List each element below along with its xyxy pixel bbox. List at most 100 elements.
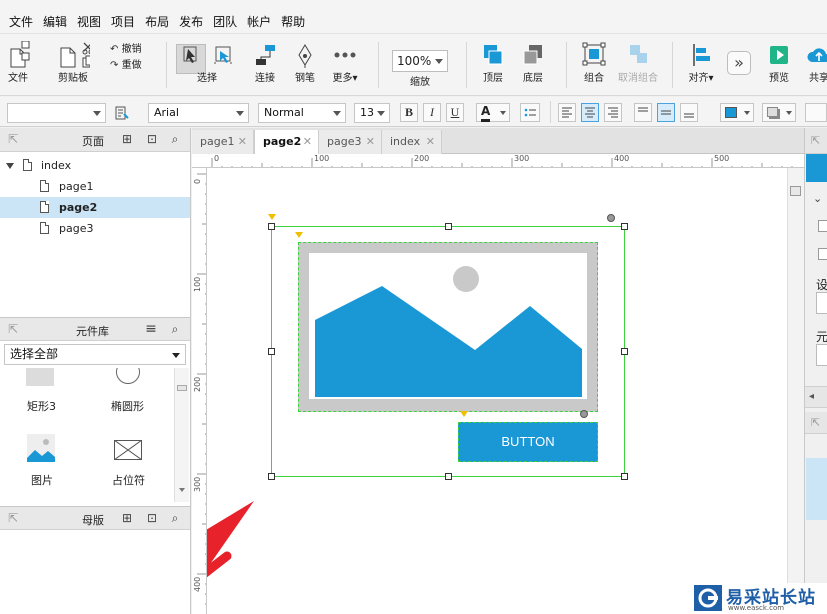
inspector-input[interactable] (816, 344, 827, 366)
menu-account[interactable]: 帐户 (242, 10, 276, 34)
close-icon[interactable]: ✕ (303, 130, 312, 153)
rotate-handle-icon[interactable] (607, 214, 615, 222)
tree-item-page2[interactable]: page2 (0, 197, 190, 218)
collapse-icon[interactable]: ⇱ (811, 416, 820, 429)
align-right-button[interactable] (604, 103, 622, 122)
interaction-marker-icon[interactable] (295, 232, 303, 238)
font-family-select[interactable]: Arial (148, 103, 249, 123)
add-folder-icon[interactable]: ⊡ (145, 511, 159, 525)
image-widget-icon[interactable] (27, 434, 55, 462)
tree-item-page1[interactable]: page1 (0, 176, 190, 197)
resize-handle[interactable] (621, 473, 628, 480)
connect-button[interactable]: 连接 (252, 38, 278, 85)
library-scrollbar[interactable] (174, 368, 189, 502)
resize-handle[interactable] (268, 348, 275, 355)
expand-triangle-icon[interactable] (6, 163, 14, 169)
chevron-down-icon[interactable]: ⌄ (813, 192, 822, 205)
style-select[interactable] (7, 103, 106, 123)
menu-project[interactable]: 项目 (106, 10, 140, 34)
tab-index[interactable]: index ✕ (382, 130, 442, 154)
chevron-left-icon[interactable]: ◂ (809, 391, 814, 402)
send-to-back-button[interactable]: 底层 (520, 38, 546, 85)
button-widget[interactable]: BUTTON (458, 422, 598, 462)
menu-edit[interactable]: 编辑 (38, 10, 72, 34)
bold-button[interactable]: B (400, 103, 418, 122)
align-center-button[interactable] (581, 103, 599, 122)
search-icon[interactable]: ⌕ (168, 511, 182, 525)
bring-to-front-button[interactable]: 顶层 (480, 38, 506, 85)
group-button[interactable]: 组合 (580, 38, 608, 85)
resize-handle[interactable] (268, 473, 275, 480)
canvas-vertical-scrollbar[interactable] (787, 168, 804, 614)
underline-button[interactable]: U (446, 103, 464, 122)
menu-icon[interactable]: ≡ (144, 322, 158, 336)
tree-item-page3[interactable]: page3 (0, 218, 190, 239)
align-left-button[interactable] (558, 103, 576, 122)
add-page-icon[interactable]: ⊞ (120, 132, 134, 146)
font-size-select[interactable]: 13 (354, 103, 390, 123)
menu-help[interactable]: 帮助 (276, 10, 310, 34)
align-button[interactable]: 对齐▾ (684, 38, 718, 85)
collapse-icon[interactable]: ⇱ (6, 511, 20, 525)
collapse-icon[interactable]: ⇱ (6, 322, 20, 336)
design-canvas[interactable]: BUTTON (207, 168, 804, 614)
undo-button[interactable]: ↶ 撤销 (110, 43, 142, 57)
menu-team[interactable]: 团队 (208, 10, 242, 34)
italic-button[interactable]: I (423, 103, 441, 122)
fill-color-button[interactable] (720, 103, 754, 122)
redo-button[interactable]: ↷ 重做 (110, 59, 142, 73)
resize-handle[interactable] (268, 223, 275, 230)
library-filter-select[interactable]: 选择全部 (4, 344, 186, 365)
collapse-icon[interactable]: ⇱ (811, 134, 820, 147)
resize-handle[interactable] (621, 223, 628, 230)
tab-page2[interactable]: page2 ✕ (254, 130, 319, 155)
shadow-button[interactable] (762, 103, 796, 122)
valign-bottom-button[interactable] (680, 103, 698, 122)
scrollbar-thumb[interactable] (177, 385, 187, 391)
share-button[interactable]: 共享 (804, 38, 827, 85)
menu-view[interactable]: 视图 (72, 10, 106, 34)
inspector-active-tab[interactable] (806, 154, 827, 182)
close-icon[interactable]: ✕ (426, 130, 435, 153)
tab-page1[interactable]: page1 ✕ (192, 130, 254, 154)
more-button[interactable]: 更多▾ (330, 38, 360, 85)
select-button[interactable]: 选择 (176, 38, 238, 85)
tree-item-index[interactable]: index (0, 155, 190, 176)
menu-publish[interactable]: 发布 (174, 10, 208, 34)
valign-middle-button[interactable] (657, 103, 675, 122)
valign-top-button[interactable] (634, 103, 652, 122)
add-master-icon[interactable]: ⊞ (120, 511, 134, 525)
tab-page3[interactable]: page3 ✕ (319, 130, 382, 154)
interaction-marker-icon[interactable] (460, 411, 468, 417)
style-manager-icon[interactable] (114, 105, 130, 121)
interaction-marker-icon[interactable] (268, 214, 276, 220)
search-icon[interactable]: ⌕ (168, 322, 182, 336)
checkbox[interactable] (818, 248, 827, 260)
expand-toolbar-button[interactable]: » (727, 51, 751, 75)
menu-file[interactable]: 文件 (4, 10, 38, 34)
add-folder-icon[interactable]: ⊡ (145, 132, 159, 146)
scroll-down-icon[interactable] (179, 488, 185, 492)
resize-handle[interactable] (445, 473, 452, 480)
menu-layout[interactable]: 布局 (140, 10, 174, 34)
checkbox[interactable] (818, 220, 827, 232)
rectangle-widget-icon[interactable] (26, 368, 54, 386)
bullet-list-button[interactable] (520, 103, 540, 122)
close-icon[interactable]: ✕ (366, 130, 375, 153)
outline-selected-item[interactable] (806, 458, 827, 520)
preview-button[interactable]: 预览 (764, 38, 794, 85)
inspector-input[interactable] (816, 292, 827, 314)
zoom-select[interactable]: 100% (392, 50, 448, 72)
font-weight-select[interactable]: Normal (258, 103, 346, 123)
ellipse-widget-icon[interactable] (116, 368, 140, 384)
file-button[interactable]: 文件 (4, 38, 32, 85)
pen-button[interactable]: 钢笔 (292, 38, 318, 85)
resize-handle[interactable] (445, 223, 452, 230)
border-button[interactable] (805, 103, 827, 122)
search-icon[interactable]: ⌕ (168, 132, 182, 146)
placeholder-widget-icon[interactable] (113, 439, 143, 461)
resize-handle[interactable] (621, 348, 628, 355)
close-icon[interactable]: ✕ (238, 130, 247, 153)
scrollbar-thumb[interactable] (790, 186, 801, 196)
clipboard-button[interactable]: 剪贴板 (56, 38, 90, 85)
